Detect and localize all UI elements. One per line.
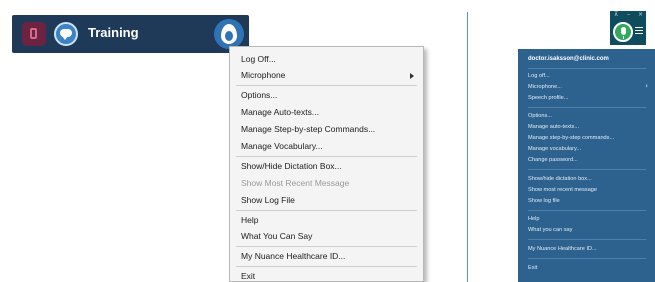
user-email: doctor.isaksson@clinic.com	[528, 56, 609, 62]
menu-item-options[interactable]: Options...	[241, 90, 277, 100]
dictation-bar: Training	[12, 15, 249, 53]
chevron-right-icon: ›	[645, 82, 648, 90]
rm-item-manage-vocabulary[interactable]: Manage vocabulary...	[528, 146, 581, 152]
menu-separator	[528, 169, 646, 170]
menu-item-log-off[interactable]: Log Off...	[241, 54, 276, 64]
rm-item-change-password[interactable]: Change password...	[528, 157, 578, 163]
menu-separator	[528, 258, 646, 259]
menu-separator	[528, 68, 646, 69]
menu-separator	[236, 266, 417, 267]
rm-item-help[interactable]: Help	[528, 216, 540, 222]
compact-dictation-bar: ⊼ – ×	[610, 11, 646, 45]
menu-item-manage-step-by-step-commands[interactable]: Manage Step-by-step Commands...	[241, 124, 375, 134]
dragon-menu-button[interactable]	[214, 19, 244, 49]
menu-item-what-you-can-say[interactable]: What You Can Say	[241, 231, 312, 241]
dragon-context-menu: Log Off... Microphone Options... Manage …	[229, 46, 424, 282]
menu-item-manage-vocabulary[interactable]: Manage Vocabulary...	[241, 141, 323, 151]
rm-item-manage-step-by-step-commands[interactable]: Manage step-by-step commands...	[528, 135, 614, 141]
dragon-flame-icon	[221, 24, 237, 44]
menu-item-help[interactable]: Help	[241, 215, 258, 225]
rm-item-log-off[interactable]: Log off...	[528, 73, 550, 79]
microphone-button[interactable]	[22, 22, 46, 46]
menu-item-show-log-file[interactable]: Show Log File	[241, 195, 295, 205]
rm-item-show-log-file[interactable]: Show log file	[528, 198, 560, 204]
rm-item-show-most-recent-message[interactable]: Show most recent message	[528, 187, 597, 193]
hamburger-menu-icon[interactable]	[635, 27, 643, 35]
rm-item-microphone[interactable]: Microphone...	[528, 84, 562, 90]
microphone-off-icon	[30, 28, 37, 39]
compact-menu-panel: doctor.isaksson@clinic.com Log off... Mi…	[518, 49, 655, 282]
menu-separator	[236, 85, 417, 86]
menu-separator	[236, 246, 417, 247]
menu-separator	[528, 107, 646, 108]
rm-item-what-you-can-say[interactable]: What you can say	[528, 227, 572, 233]
menu-item-my-nuance-healthcare-id[interactable]: My Nuance Healthcare ID...	[241, 251, 345, 261]
close-icon[interactable]: ×	[638, 11, 643, 18]
menu-separator	[236, 210, 417, 211]
minimize-icon[interactable]: –	[627, 11, 630, 18]
rm-item-my-nuance-healthcare-id[interactable]: My Nuance Healthcare ID...	[528, 246, 597, 252]
menu-separator	[236, 156, 417, 157]
pin-icon[interactable]: ⊼	[614, 11, 618, 18]
menu-item-manage-auto-texts[interactable]: Manage Auto-texts...	[241, 107, 319, 117]
rm-item-options[interactable]: Options...	[528, 113, 552, 119]
menu-item-show-most-recent-message: Show Most Recent Message	[241, 178, 350, 188]
rm-item-speech-profile[interactable]: Speech profile...	[528, 95, 568, 101]
profile-title: Training	[88, 25, 139, 40]
menu-item-exit[interactable]: Exit	[241, 271, 255, 281]
microphone-on-icon[interactable]	[613, 22, 633, 42]
rm-item-show-hide-dictation-box[interactable]: Show/hide dictation box...	[528, 176, 592, 182]
menu-item-microphone[interactable]: Microphone	[241, 70, 414, 80]
menu-separator	[528, 210, 646, 211]
rm-item-manage-auto-texts[interactable]: Manage auto-texts...	[528, 124, 579, 130]
menu-item-show-hide-dictation-box[interactable]: Show/Hide Dictation Box...	[241, 161, 342, 171]
menu-separator	[528, 239, 646, 240]
chat-bubble-icon	[60, 29, 72, 40]
submenu-arrow-icon	[410, 73, 414, 79]
chat-button[interactable]	[54, 22, 78, 46]
section-divider	[467, 12, 468, 282]
rm-item-exit[interactable]: Exit	[528, 265, 537, 271]
